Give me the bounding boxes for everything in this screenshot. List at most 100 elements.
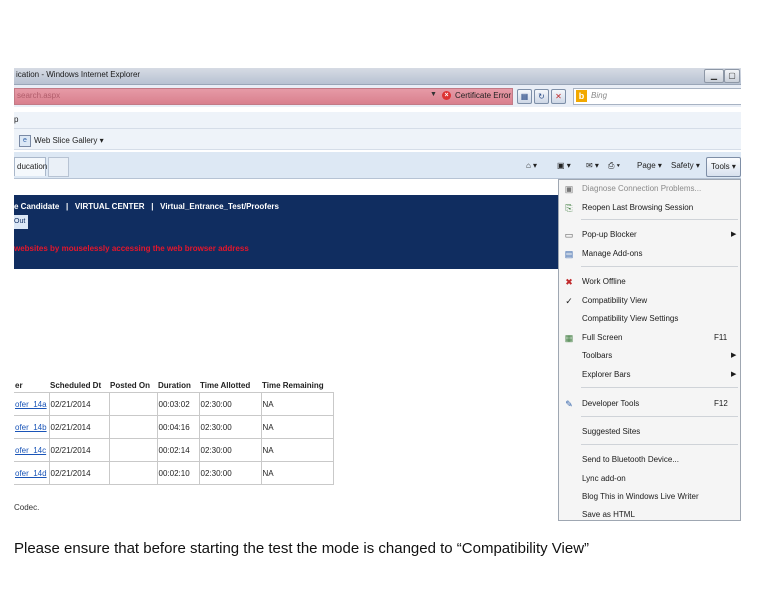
allotted-cell: 02:30:00 [198,461,262,485]
certificate-error-icon[interactable]: × [442,91,451,100]
logout-button[interactable]: Out [14,215,28,229]
menu-item-label: Diagnose Connection Problems... [582,184,702,193]
breadcrumb: e Candidate | VIRTUAL CENTER | Virtual_E… [14,202,279,211]
menu-separator [581,444,738,445]
menu-item-label: Send to Bluetooth Device... [582,455,679,464]
menu-item-developer-tools[interactable]: ✎ Developer Tools F12 [559,396,740,412]
url-field[interactable]: search.aspx ▼ × Certificate Error [14,88,513,105]
remaining-cell: NA [260,415,334,439]
menu-item-lync-addon[interactable]: Lync add-on [559,471,740,487]
menu-item-label: Full Screen [582,333,623,342]
stop-icon[interactable]: ✕ [551,89,566,104]
column-header: Scheduled Dt [50,380,102,390]
print-icon[interactable]: ⎙ ▾ [608,161,620,171]
duration-cell: 00:03:02 [156,392,200,416]
remaining-cell: NA [260,438,334,462]
menu-item-blog-this[interactable]: Blog This in Windows Live Writer [559,489,740,505]
search-placeholder: Bing [591,91,608,100]
instruction-caption: Please ensure that before starting the t… [14,540,590,557]
diagnose-icon: ▣ [564,184,574,194]
tab-bar: ducation ⌂ ▾ ▣ ▾ ✉ ▾ ⎙ ▾ Page ▾ Safety ▾… [14,152,741,179]
minimize-button[interactable]: ▁ [704,69,724,83]
menu-item-explorer-bars[interactable]: Explorer Bars ▶ [559,367,740,383]
posted-cell [108,438,158,462]
test-schedule-table: er Scheduled Dt Posted On Duration Time … [14,378,334,485]
dropdown-arrow-icon[interactable]: ▼ [430,91,437,98]
allotted-cell: 02:30:00 [198,392,262,416]
remaining-cell: NA [260,461,334,485]
menu-item-label: Developer Tools [582,399,640,408]
menu-item-diagnose-connection[interactable]: ▣ Diagnose Connection Problems... [559,181,740,197]
menu-item-label: Compatibility View [582,296,648,305]
menu-bar: p [14,112,741,129]
column-header: Time Allotted [200,380,251,390]
menu-separator [581,387,738,388]
browser-screenshot: ication - Windows Internet Explorer ▁ ▢ … [14,68,741,521]
new-tab-button[interactable] [48,157,69,177]
menu-item-compatibility-view-settings[interactable]: Compatibility View Settings [559,311,740,327]
table-row: ofer_14c 02/21/2014 00:02:14 02:30:00 NA [14,438,334,462]
column-header: Posted On [110,380,151,390]
tools-menu-button[interactable]: Tools ▾ [706,157,741,177]
posted-cell [108,415,158,439]
menu-item-full-screen[interactable]: ▦ Full Screen F11 [559,330,740,346]
menu-item-work-offline[interactable]: ✖ Work Offline [559,274,740,290]
menu-item-suggested-sites[interactable]: Suggested Sites [559,424,740,440]
search-box[interactable]: b Bing [573,88,741,105]
menu-item-manage-addons[interactable]: ▤ Manage Add-ons [559,246,740,262]
bing-logo-icon: b [576,90,587,102]
menu-item-popup-blocker[interactable]: ▭ Pop-up Blocker ▶ [559,227,740,243]
test-link[interactable]: ofer_14c [15,446,46,455]
test-link[interactable]: ofer_14d [15,469,47,478]
menu-item-save-as-html[interactable]: Save as HTML [559,507,740,521]
menu-item-label: Explorer Bars [582,370,631,379]
test-link[interactable]: ofer_14b [15,423,47,432]
menu-item-label: Pop-up Blocker [582,230,637,239]
menu-item-label: Reopen Last Browsing Session [582,203,694,212]
address-bar: search.aspx ▼ × Certificate Error ▦ ↻ ✕ … [14,85,741,107]
footnote: Codec. [14,503,40,512]
shortcut-label: F11 [714,333,728,342]
reopen-session-icon: ⎘ [565,203,573,213]
scheduled-cell: 02/21/2014 [48,392,110,416]
menu-separator [581,266,738,267]
menu-separator [581,416,738,417]
duration-cell: 00:04:16 [156,415,200,439]
web-slice-gallery-link[interactable]: Web Slice Gallery ▾ [34,136,104,145]
mail-icon[interactable]: ✉ ▾ [586,161,599,170]
safety-menu-button[interactable]: Safety ▾ [671,161,700,170]
column-header: er [15,380,23,390]
submenu-arrow-icon: ▶ [731,371,737,378]
compatibility-view-icon[interactable]: ▦ [517,89,532,104]
home-icon[interactable]: ⌂ ▾ [526,161,537,170]
menu-item-label: Compatibility View Settings [582,314,679,323]
maximize-button[interactable]: ▢ [724,69,740,83]
menu-item-send-bluetooth[interactable]: Send to Bluetooth Device... [559,452,740,468]
feeds-icon[interactable]: ▣ ▾ [557,161,571,170]
scheduled-cell: 02/21/2014 [48,438,110,462]
duration-cell: 00:02:10 [156,461,200,485]
menu-separator [581,219,738,220]
certificate-error-label[interactable]: Certificate Error [455,91,511,100]
work-offline-icon: ✖ [565,277,573,287]
tab-active[interactable]: ducation [14,157,48,176]
menu-item-help[interactable]: p [14,115,18,124]
table-row: ofer_14a 02/21/2014 00:03:02 02:30:00 NA [14,392,334,416]
test-link[interactable]: ofer_14a [15,400,47,409]
web-slice-icon: e [19,135,31,147]
column-header: Duration [158,380,191,390]
refresh-icon[interactable]: ↻ [534,89,549,104]
menu-item-reopen-session[interactable]: ⎘ Reopen Last Browsing Session [559,200,740,216]
popup-blocker-icon: ▭ [564,230,574,240]
menu-item-label: Suggested Sites [582,427,641,436]
page-menu-button[interactable]: Page ▾ [637,161,662,170]
developer-tools-icon: ✎ [565,399,573,409]
menu-item-label: Save as HTML [582,510,635,519]
menu-item-toolbars[interactable]: Toolbars ▶ [559,348,740,364]
site-header-banner: e Candidate | VIRTUAL CENTER | Virtual_E… [14,195,558,269]
favorites-bar: e Web Slice Gallery ▾ [14,129,741,150]
tab-title: ducation [17,162,48,171]
menu-item-compatibility-view[interactable]: ✓ Compatibility View [559,293,740,309]
warning-message: websites by mouselessly accessing the we… [14,244,249,253]
url-text: search.aspx [17,91,61,100]
